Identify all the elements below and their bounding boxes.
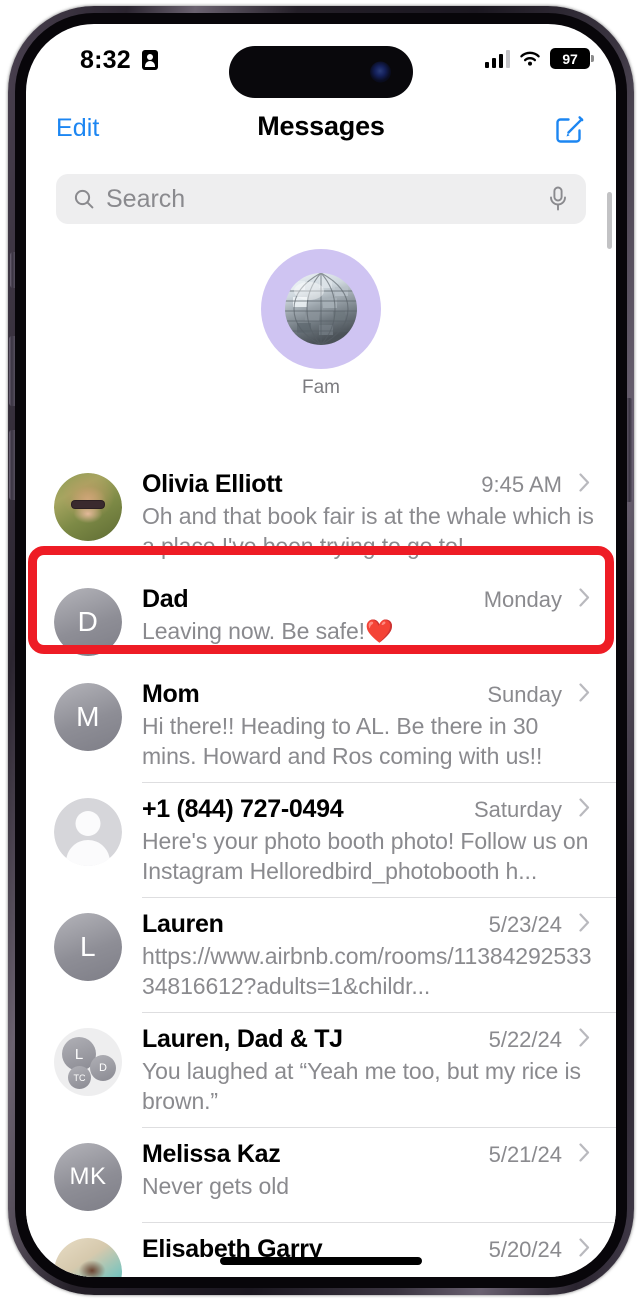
dynamic-island[interactable] <box>229 46 413 98</box>
wifi-icon <box>520 51 540 66</box>
conversation-row-elisabeth-garry[interactable]: Elisabeth Garry 5/20/24 <box>26 1223 616 1277</box>
microphone-icon[interactable] <box>548 186 568 212</box>
conversation-preview: Leaving now. Be safe!❤️ <box>142 618 394 644</box>
conversation-header: Mom Sunday <box>142 680 598 709</box>
conversation-timestamp: 5/22/24 <box>488 1027 562 1052</box>
conversation-row-lauren[interactable]: L Lauren 5/23/24 https://www.airbnb.com/… <box>26 898 616 1013</box>
chevron-right-icon <box>579 683 590 702</box>
battery-level-text: 97 <box>562 50 578 67</box>
person-icon <box>54 798 122 866</box>
pinned-item-label: Fam <box>302 377 340 398</box>
compose-icon[interactable] <box>554 111 588 145</box>
navigation-bar: Edit Messages <box>26 106 616 160</box>
phone-frame: 8:32 97 Edit Messages Search Fam Olivia … <box>8 6 634 1295</box>
conversation-timestamp: Monday <box>483 587 562 612</box>
conversation-header: Melissa Kaz 5/21/24 <box>142 1140 598 1169</box>
chevron-right-icon <box>579 473 590 492</box>
chevron-right-icon <box>579 1028 590 1047</box>
conversation-preview: https://www.airbnb.com/rooms/11384292533… <box>142 943 592 999</box>
conversation-timestamp: Sunday <box>487 682 562 707</box>
conversation-list[interactable]: Olivia Elliott 9:45 AM Oh and that book … <box>26 458 616 1277</box>
conversation-name: +1 (844) 727-0494 <box>142 795 344 823</box>
page-title: Messages <box>257 111 385 141</box>
conversation-row-mom[interactable]: M Mom Sunday Hi there!! Heading to AL. B… <box>26 668 616 783</box>
conversation-preview: Oh and that book fair is at the whale wh… <box>142 503 594 559</box>
conversation-body: Lauren, Dad & TJ 5/22/24 You laughed at … <box>142 1025 616 1116</box>
conversation-header: +1 (844) 727-0494 Saturday <box>142 795 598 824</box>
cellular-signal-icon <box>484 49 510 68</box>
scrollbar[interactable] <box>607 192 612 249</box>
conversation-row-melissa-kaz[interactable]: MK Melissa Kaz 5/21/24 Never gets old <box>26 1128 616 1223</box>
conversation-name: Lauren, Dad & TJ <box>142 1025 343 1053</box>
avatar-initials: M <box>54 683 122 751</box>
volume-down-button[interactable] <box>9 430 15 500</box>
power-button[interactable] <box>627 398 633 502</box>
group-avatar-member: TC <box>68 1066 91 1089</box>
conversation-row-lauren-dad-tj[interactable]: L D TC Lauren, Dad & TJ 5/22/24 You laug… <box>26 1013 616 1128</box>
chevron-right-icon <box>579 1143 590 1162</box>
conversation-timestamp: Saturday <box>473 797 562 822</box>
avatar: MK <box>54 1143 122 1211</box>
avatar <box>54 473 122 541</box>
conversation-body: Lauren 5/23/24 https://www.airbnb.com/ro… <box>142 910 616 1001</box>
avatar-initials: L <box>54 913 122 981</box>
avatar: L <box>54 913 122 981</box>
front-camera-icon <box>370 61 391 83</box>
conversation-timestamp: 5/23/24 <box>488 912 562 937</box>
id-card-icon <box>142 50 158 70</box>
conversation-preview: Hi there!! Heading to AL. Be there in 30… <box>142 713 543 769</box>
conversation-body: Mom Sunday Hi there!! Heading to AL. Be … <box>142 680 616 771</box>
conversation-header: Dad Monday <box>142 585 598 614</box>
avatar <box>261 249 381 369</box>
conversation-row-olivia-elliott[interactable]: Olivia Elliott 9:45 AM Oh and that book … <box>26 458 616 573</box>
silent-switch-button[interactable] <box>10 252 15 288</box>
avatar-photo <box>54 473 122 541</box>
avatar <box>54 1238 122 1277</box>
conversation-name: Mom <box>142 680 200 708</box>
conversation-name: Dad <box>142 585 189 613</box>
volume-up-button[interactable] <box>9 336 15 406</box>
search-icon <box>74 189 94 209</box>
avatar-initials: D <box>54 588 122 656</box>
conversation-body: Olivia Elliott 9:45 AM Oh and that book … <box>142 470 616 561</box>
avatar: M <box>54 683 122 751</box>
conversation-body: Elisabeth Garry 5/20/24 <box>142 1235 616 1277</box>
conversation-timestamp: 5/21/24 <box>488 1142 562 1167</box>
conversation-body: +1 (844) 727-0494 Saturday Here's your p… <box>142 795 616 886</box>
avatar-group: L D TC <box>54 1028 122 1096</box>
group-avatar-member: D <box>90 1055 116 1081</box>
chevron-right-icon <box>579 1238 590 1257</box>
search-placeholder: Search <box>106 185 186 213</box>
status-indicators: 97 <box>484 48 594 69</box>
conversation-name: Lauren <box>142 910 224 938</box>
conversation-body: Dad Monday Leaving now. Be safe!❤️ <box>142 585 616 656</box>
status-time: 8:32 <box>80 46 131 74</box>
conversation-row-dad[interactable]: D Dad Monday Leaving now. Be safe!❤️ <box>26 573 616 668</box>
battery-icon: 97 <box>550 48 594 69</box>
conversation-row-phone-number[interactable]: +1 (844) 727-0494 Saturday Here's your p… <box>26 783 616 898</box>
avatar-initials: MK <box>54 1143 122 1211</box>
chevron-right-icon <box>579 798 590 817</box>
home-indicator[interactable] <box>220 1257 422 1265</box>
avatar-photo <box>54 1238 122 1277</box>
conversation-name: Melissa Kaz <box>142 1140 281 1168</box>
pinned-item-fam[interactable]: Fam <box>251 249 391 399</box>
conversation-header: Lauren 5/23/24 <box>142 910 598 939</box>
avatar <box>54 798 122 866</box>
conversation-header: Olivia Elliott 9:45 AM <box>142 470 598 499</box>
conversation-preview: Never gets old <box>142 1173 289 1199</box>
chevron-right-icon <box>579 913 590 932</box>
conversation-body: Melissa Kaz 5/21/24 Never gets old <box>142 1140 616 1211</box>
conversation-header: Lauren, Dad & TJ 5/22/24 <box>142 1025 598 1054</box>
conversation-name: Olivia Elliott <box>142 470 283 498</box>
conversation-timestamp: 5/20/24 <box>488 1237 562 1262</box>
conversation-preview: You laughed at “Yeah me too, but my rice… <box>142 1058 581 1114</box>
search-input[interactable]: Search <box>56 174 586 224</box>
phone-screen: 8:32 97 Edit Messages Search Fam Olivia … <box>26 24 616 1277</box>
avatar: D <box>54 588 122 656</box>
conversation-timestamp: 9:45 AM <box>481 472 562 497</box>
conversation-preview: Here's your photo booth photo! Follow us… <box>142 828 589 884</box>
disco-ball-icon <box>285 273 357 345</box>
chevron-right-icon <box>579 588 590 607</box>
